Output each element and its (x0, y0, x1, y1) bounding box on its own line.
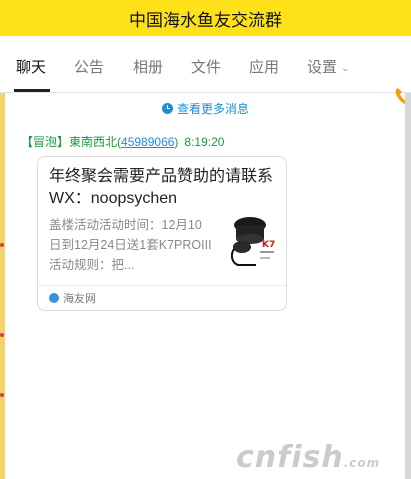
edge-marker (0, 333, 4, 337)
tab-bar: 聊天 公告 相册 文件 应用 设置 ⌄ (0, 36, 411, 106)
tab-settings-label: 设置 (307, 59, 338, 76)
watermark-text: cnfish (236, 440, 344, 475)
view-more-messages-link[interactable]: 查看更多消息 (0, 100, 411, 117)
tab-files[interactable]: 文件 (191, 56, 221, 77)
product-thumbnail: K7 (226, 213, 276, 271)
edge-marker (0, 243, 4, 247)
sender-name: 東南西北 (69, 135, 118, 149)
bubble-badge: 【冒泡】 (21, 135, 70, 149)
watermark: cnfish.com (236, 440, 380, 475)
tab-announcements[interactable]: 公告 (74, 56, 104, 77)
card-description: 盖楼活动活动时间：12月10日到12月24日送1套K7PROIII活动规则：把.… (49, 218, 212, 272)
card-source-label: 海友网 (63, 293, 96, 305)
tab-apps[interactable]: 应用 (249, 56, 279, 77)
card-divider (38, 285, 286, 286)
card-source: 海友网 (49, 290, 96, 306)
message-header: 【冒泡】東南西北(45989066) 8:19:20 (21, 135, 225, 149)
card-title: 年终聚会需要产品赞助的请联系WX：noopsychen (49, 168, 274, 207)
clock-icon (161, 103, 173, 114)
shared-link-card[interactable]: 年终聚会需要产品赞助的请联系WX：noopsychen 盖楼活动活动时间：12月… (37, 156, 287, 311)
tab-settings[interactable]: 设置 ⌄ (307, 56, 349, 77)
left-edge-strip (0, 93, 5, 479)
sender-id-link[interactable]: 45989066 (121, 135, 174, 149)
tab-chat[interactable]: 聊天 (16, 56, 46, 77)
active-tab-indicator (14, 89, 50, 92)
view-more-messages-label: 查看更多消息 (176, 102, 249, 116)
scrollbar[interactable] (405, 93, 411, 479)
edge-marker (0, 393, 4, 397)
watermark-suffix: .com (343, 456, 381, 470)
chevron-down-icon: ⌄ (341, 62, 350, 74)
tab-album[interactable]: 相册 (133, 56, 163, 77)
svg-text:K7: K7 (262, 240, 275, 250)
message-time: 8:19:20 (184, 135, 225, 149)
site-logo-icon (49, 293, 59, 303)
window-title-bar: 中国海水鱼友交流群 (0, 0, 411, 36)
window-title: 中国海水鱼友交流群 (129, 10, 282, 30)
